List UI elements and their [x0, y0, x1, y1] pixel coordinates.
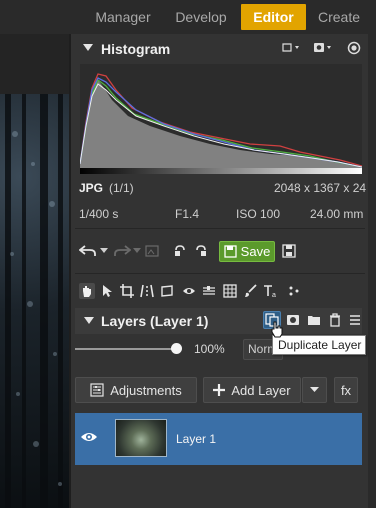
divider-line	[75, 273, 365, 274]
fx-button[interactable]: fx	[334, 377, 358, 403]
plus-icon	[213, 384, 226, 396]
grid-icon[interactable]	[222, 283, 238, 299]
collapse-triangle-icon	[83, 44, 93, 51]
eye-redeye-icon[interactable]	[181, 283, 197, 299]
add-mask-button[interactable]	[284, 311, 302, 329]
collapse-triangle-icon	[84, 317, 94, 324]
hand-tool-icon[interactable]	[79, 283, 95, 299]
adjustments-label: Adjustments	[110, 382, 182, 398]
settings-dot-icon[interactable]	[346, 40, 362, 56]
panel-scrollbar[interactable]	[368, 34, 376, 508]
layer-folder-button[interactable]	[305, 311, 323, 329]
mask-icon	[287, 315, 299, 325]
folder-icon	[308, 316, 320, 325]
save-label: Save	[240, 244, 271, 259]
add-layer-dropdown-button[interactable]	[302, 377, 327, 403]
text-tool-icon[interactable]: a	[263, 283, 279, 299]
undo-icon[interactable]	[77, 242, 99, 260]
straighten-icon[interactable]	[139, 283, 155, 299]
transform-icon[interactable]	[159, 283, 175, 299]
brush-icon[interactable]	[243, 283, 259, 299]
opacity-slider-handle[interactable]	[171, 343, 182, 354]
trash-icon	[330, 313, 340, 327]
histogram-title: Histogram	[101, 41, 171, 57]
tab-manager[interactable]: Manager	[86, 4, 160, 30]
fx-label: fx	[340, 382, 352, 398]
save-disk-icon	[224, 245, 237, 258]
clipping-warning-icon[interactable]	[280, 40, 302, 56]
tab-editor[interactable]: Editor	[241, 4, 306, 30]
histogram-gradient	[80, 168, 362, 174]
undo-dropdown-icon[interactable]	[99, 242, 109, 260]
image-dimensions: 2048 x 1367 x 24	[274, 181, 367, 195]
histogram-graph	[79, 64, 363, 168]
delete-layer-button[interactable]	[326, 311, 344, 329]
redo-dropdown-icon[interactable]	[132, 242, 142, 260]
duplicate-layer-tooltip: Duplicate Layer	[272, 335, 366, 355]
crop-icon[interactable]	[119, 283, 135, 299]
iso: ISO 100	[236, 207, 281, 221]
tab-develop[interactable]: Develop	[166, 4, 236, 30]
layers-menu-button[interactable]	[346, 311, 364, 329]
shutter-speed: 1/400 s	[79, 207, 119, 221]
save-as-icon[interactable]	[281, 242, 297, 260]
select-arrow-icon[interactable]	[99, 283, 115, 299]
redo-icon[interactable]	[111, 242, 133, 260]
photo-canvas[interactable]	[0, 34, 69, 508]
hamburger-menu-icon	[350, 315, 360, 325]
layers-title: Layers (Layer 1)	[101, 313, 209, 329]
levels-icon[interactable]	[201, 283, 217, 299]
more-tools-icon[interactable]	[286, 283, 302, 299]
focal-length: 24.00 mm	[310, 207, 364, 221]
tab-create[interactable]: Create	[311, 4, 367, 30]
add-layer-button[interactable]: Add Layer	[203, 377, 301, 403]
layer-thumbnail	[115, 419, 167, 457]
rotate-right-icon[interactable]	[193, 242, 209, 260]
histogram-curves	[79, 73, 363, 168]
opacity-slider-track[interactable]	[75, 348, 176, 350]
aperture: F1.4	[175, 207, 200, 221]
opacity-value: 100%	[194, 342, 225, 356]
svg-text:a: a	[272, 292, 276, 298]
adjustments-button[interactable]: Adjustments	[75, 377, 197, 403]
adjustments-icon	[90, 383, 104, 397]
mouse-cursor-icon	[271, 321, 283, 338]
layer-name: Layer 1	[176, 432, 217, 446]
file-format: JPG	[79, 181, 104, 195]
chevron-down-icon	[310, 387, 319, 392]
history-image-icon[interactable]	[144, 242, 160, 260]
add-layer-label: Add Layer	[231, 382, 291, 398]
layer-visibility-icon[interactable]	[79, 430, 99, 444]
file-count: (1/1)	[109, 181, 134, 195]
top-nav: Manager Develop Editor Create	[0, 0, 376, 34]
photo-trees	[5, 94, 63, 508]
save-button[interactable]: Save	[219, 241, 275, 262]
layer-row[interactable]: Layer 1	[75, 413, 362, 465]
mask-display-icon[interactable]	[312, 40, 334, 56]
divider-line	[75, 228, 365, 229]
rotate-left-icon[interactable]	[172, 242, 188, 260]
